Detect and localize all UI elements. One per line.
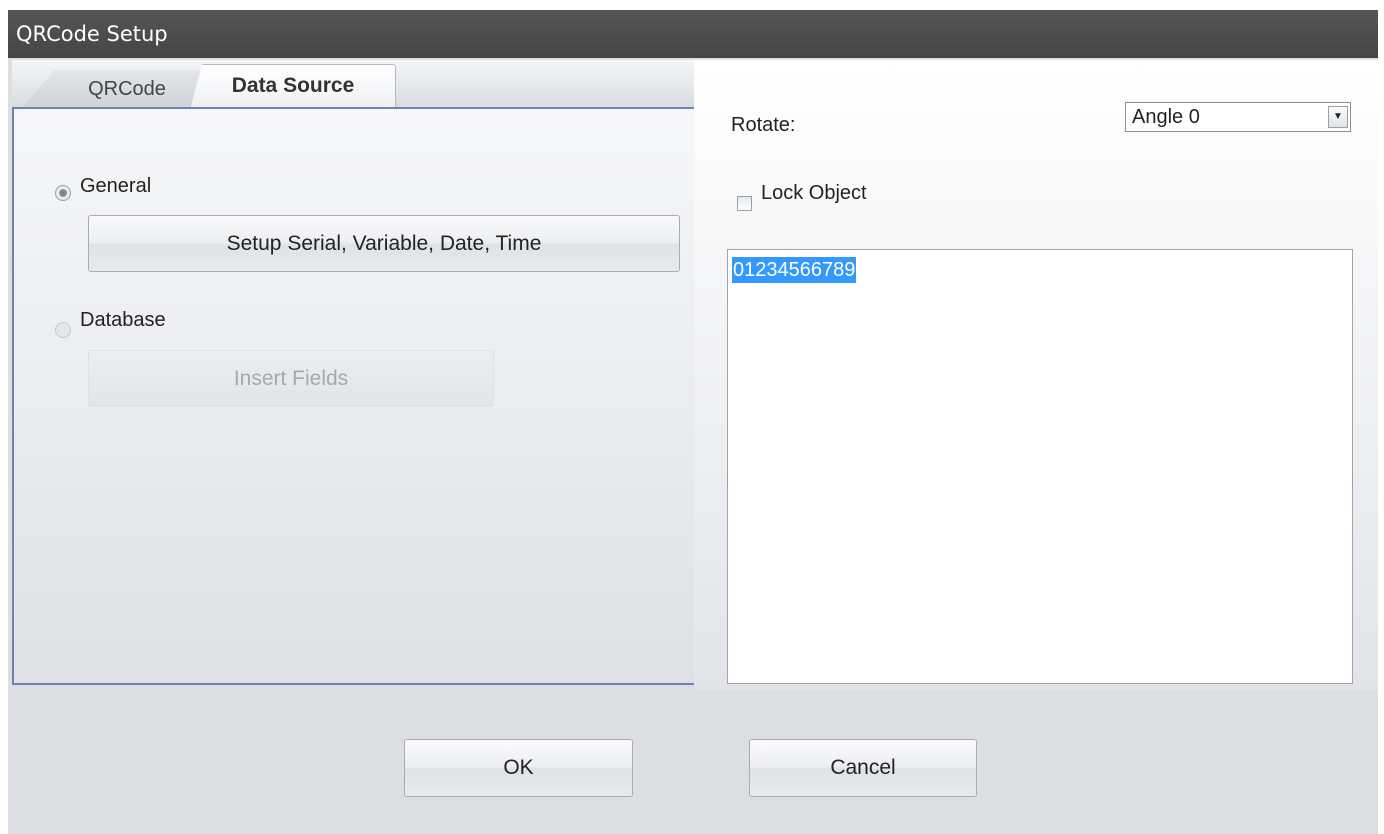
title-bar: QRCode Setup (8, 10, 1378, 58)
window-title: QRCode Setup (16, 22, 168, 46)
tab-data-source[interactable]: Data Source (190, 64, 396, 109)
cancel-button[interactable]: Cancel (749, 739, 977, 797)
ok-button[interactable]: OK (404, 739, 633, 797)
qrcode-setup-dialog: QRCode Setup QRCode Data Source General … (8, 10, 1378, 834)
rotate-value: Angle 0 (1132, 106, 1200, 128)
rotate-label: Rotate: (731, 114, 796, 136)
button-bar: OK Cancel (8, 690, 1378, 834)
setup-serial-variable-date-time-button[interactable]: Setup Serial, Variable, Date, Time (88, 215, 680, 272)
database-label: Database (80, 309, 166, 331)
general-radio[interactable] (55, 185, 71, 201)
lock-object-label: Lock Object (761, 182, 867, 204)
database-radio[interactable] (55, 322, 71, 338)
data-source-panel: General Setup Serial, Variable, Date, Ti… (12, 107, 696, 685)
tab-qrcode[interactable]: QRCode (22, 70, 202, 108)
insert-fields-button[interactable]: Insert Fields (88, 350, 494, 407)
content-text: 01234566789 (732, 257, 857, 283)
chevron-down-icon[interactable]: ▼ (1328, 106, 1348, 128)
general-label: General (80, 175, 152, 197)
lock-object-checkbox[interactable] (737, 196, 752, 211)
rotate-select[interactable]: Angle 0 ▼ (1125, 102, 1351, 132)
content-textarea[interactable]: 01234566789 (727, 249, 1353, 684)
tab-strip: QRCode Data Source (12, 60, 694, 109)
